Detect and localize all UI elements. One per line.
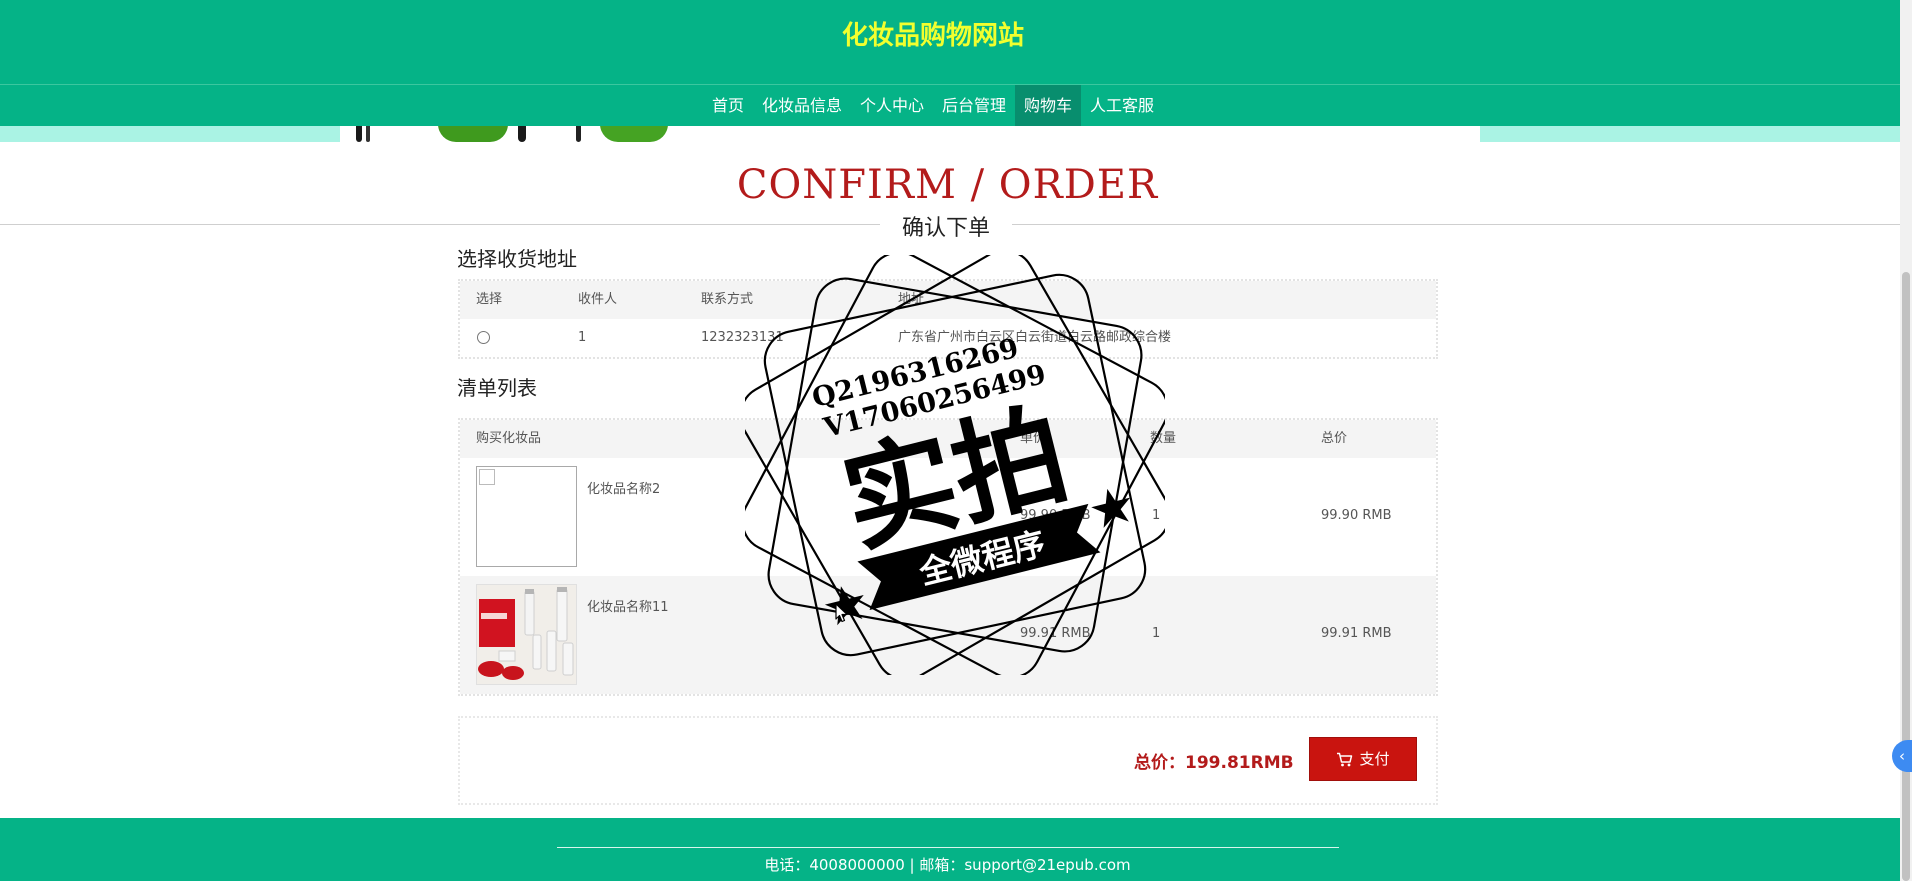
table-row: 化妆品名称2 99.90 RMB 1 99.90 RMB [460,458,1436,576]
nav-item-cosmetics-info[interactable]: 化妆品信息 [753,85,851,126]
site-footer: 电话：4008000000 | 邮箱：support@21epub.com [0,818,1900,881]
order-total: 总价：199.81RMB [1134,753,1294,773]
col-header-select: 选择 [476,292,503,307]
site-header: 化妆品购物网站 [0,0,1900,84]
broken-image-icon [479,469,495,485]
main-nav: 首页 化妆品信息 个人中心 后台管理 购物车 人工客服 [0,84,1900,126]
page-title-en: CONFIRM / ORDER [736,162,1159,208]
table-header: 购买化妆品 单价 数量 总价 [460,420,1436,458]
address-radio[interactable] [477,331,490,344]
col-header-unit-price: 单价 [1020,431,1047,446]
total-cell: 99.91 RMB [1321,626,1392,641]
col-header-quantity: 数量 [1150,431,1177,446]
page-title-cn: 确认下单 [880,210,1012,242]
order-summary: 总价：199.81RMB 支付 [458,716,1438,805]
nav-item-admin[interactable]: 后台管理 [933,85,1015,126]
pay-button[interactable]: 支付 [1309,737,1417,781]
col-header-product: 购买化妆品 [476,431,542,446]
nav-item-customer-service[interactable]: 人工客服 [1081,85,1163,126]
unit-price-cell: 99.91 RMB [1020,626,1091,641]
site-title: 化妆品购物网站 [841,21,1024,51]
table-row: 化妆品名称11 99.91 RMB 1 99.91 RMB [460,576,1436,694]
address-table: 选择 收件人 联系方式 地址 1 1232323131 广东省广州市白云区白云街… [458,279,1438,359]
chevron-left-icon[interactable]: ‹ [1892,740,1912,772]
footer-divider [557,847,1339,848]
cart-icon [1337,752,1353,767]
page: 化妆品购物网站 首页 化妆品信息 个人中心 后台管理 购物车 人工客服 CONFIRM /… [0,0,1912,881]
banner-image [0,126,1900,142]
address-section-title: 选择收货地址 [457,247,577,271]
nav-item-cart[interactable]: 购物车 [1015,85,1082,126]
nav-item-personal-center[interactable]: 个人中心 [851,85,933,126]
col-header-address: 地址 [898,292,925,307]
col-header-total: 总价 [1321,431,1348,446]
skincare-product-photo [477,585,576,684]
pay-button-label: 支付 [1359,750,1390,768]
address-cell: 广东省广州市白云区白云街道白云路邮政综合楼 [898,330,1172,345]
table-header: 选择 收件人 联系方式 地址 [460,281,1436,319]
quantity-cell: 1 [1152,508,1161,523]
product-image[interactable] [476,584,577,685]
nav-item-home[interactable]: 首页 [703,85,753,126]
col-header-phone: 联系方式 [701,292,754,307]
product-name[interactable]: 化妆品名称11 [587,596,669,615]
order-section-title: 清单列表 [457,376,537,400]
product-name[interactable]: 化妆品名称2 [587,478,660,497]
unit-price-cell: 99.90 RMB [1020,508,1091,523]
order-table: 购买化妆品 单价 数量 总价 化妆品名称2 99.90 RMB 1 99.90 … [458,418,1438,696]
mouse-cursor-icon [835,603,848,623]
table-row[interactable]: 1 1232323131 广东省广州市白云区白云街道白云路邮政综合楼 [460,319,1436,357]
footer-contact: 电话：4008000000 | 邮箱：support@21epub.com [764,856,1131,874]
col-header-recipient: 收件人 [578,292,618,307]
phone-cell: 1232323131 [701,330,784,345]
recipient-cell: 1 [578,330,587,345]
total-cell: 99.90 RMB [1321,508,1392,523]
scrollbar-thumb[interactable] [1902,272,1910,881]
product-image-placeholder[interactable] [476,466,577,567]
quantity-cell: 1 [1152,626,1161,641]
